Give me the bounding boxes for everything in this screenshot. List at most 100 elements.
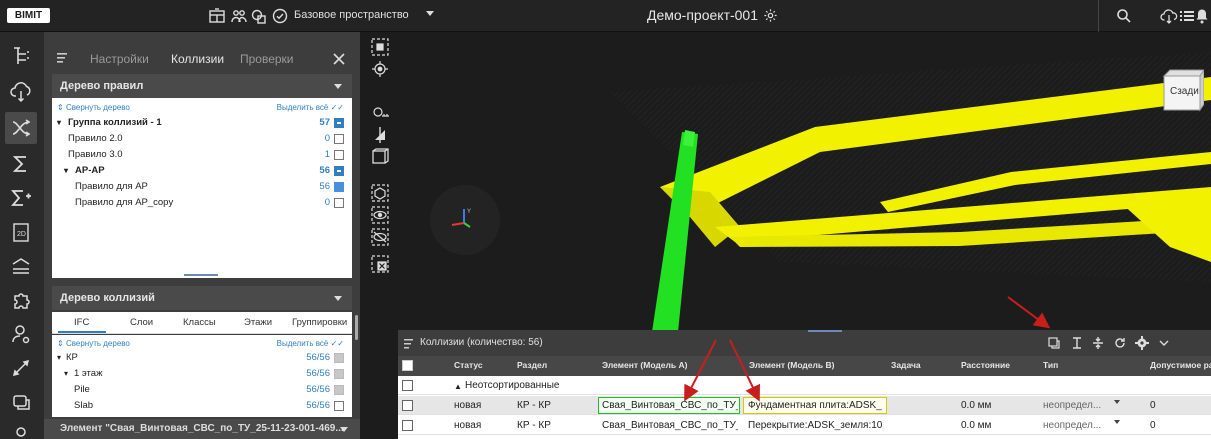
group-row[interactable]: ▲ Неотсортированные [398,376,1211,395]
tree-checkbox[interactable] [334,401,344,411]
tab-settings[interactable]: Настройки [90,52,149,66]
col-distance[interactable]: Расстояние [961,360,1010,370]
subtab-classes[interactable]: Классы [183,317,216,328]
project-settings-icon[interactable] [763,8,778,23]
col-section[interactable]: Раздел [517,360,547,370]
user-icon[interactable] [5,420,37,439]
sitemap-icon[interactable] [208,7,226,25]
cell-element-a[interactable]: Свая_Винтовая_СВС_по_ТУ_ [602,420,738,431]
users-icon[interactable] [230,7,248,25]
col-element-b[interactable]: Элемент (Модель В) [749,360,834,370]
table-row[interactable]: новая КР - КР Свая_Винтовая_СВС_по_ТУ_ Ф… [398,396,1211,415]
drawing-2d-icon[interactable]: 2D [5,216,37,248]
element-bar[interactable]: Элемент "Свая_Винтовая_СВС_по_ТУ_25-11-2… [44,419,360,439]
panel-scrollbar[interactable] [355,315,358,340]
collapse-tree-link[interactable]: ⇕ Свернуть дерево [57,337,130,351]
subtab-layers[interactable]: Слои [130,317,153,328]
cube-view-icon[interactable] [370,183,390,203]
expand-icon[interactable]: ▾ [57,115,61,131]
row-checkbox[interactable] [402,400,413,411]
ruler-icon[interactable] [370,103,390,123]
subtab-ifc[interactable]: IFC [74,317,89,328]
tree-item-rule[interactable]: Правило 2.0 0 [52,131,352,147]
axis-gizmo[interactable]: Y [430,185,500,255]
app-logo[interactable]: BIMIT [7,8,50,23]
tree-checkbox[interactable] [334,134,344,144]
tab-collisions[interactable]: Коллизии [171,52,224,66]
expand-icon[interactable]: ▾ [64,366,68,382]
section-box-icon[interactable] [370,147,390,167]
rules-tree-header[interactable]: Дерево правил [52,74,352,98]
tree-item-rule[interactable]: Правило для AP_copy 0 [52,195,352,211]
col-task[interactable]: Задача [891,360,921,370]
cell-type[interactable]: неопредел... [1043,420,1101,431]
cloud-sync-icon[interactable] [1160,7,1178,25]
space-label[interactable]: Базовое пространство [294,9,409,21]
cell-element-b[interactable]: Перекрытие:ADSK_земля:10 [748,420,884,431]
close-icon[interactable] [332,52,346,66]
tree-item-group[interactable]: ▾ Группа коллизий - 1 57 [52,115,352,131]
check-circle-icon[interactable] [271,7,289,25]
measure-icon[interactable] [5,352,37,384]
tree-checkbox[interactable] [334,166,344,176]
collapse-group-icon[interactable]: ▲ [454,382,462,391]
cell-allowed[interactable]: 0 [1150,400,1156,411]
cloud-icon[interactable] [5,76,37,108]
sum-plus-icon[interactable] [5,182,37,214]
subtab-grouping[interactable]: Группировки [292,317,347,328]
copy-icon[interactable] [1046,335,1062,351]
target-icon[interactable] [370,59,390,79]
col-element-a[interactable]: Элемент (Модель А) [602,360,687,370]
tree-checkbox[interactable] [334,198,344,208]
resize-handle[interactable] [184,274,218,276]
row-checkbox[interactable] [402,420,413,431]
col-type[interactable]: Тип [1043,360,1058,370]
tree-checkbox[interactable] [334,353,344,363]
space-dropdown-icon[interactable] [426,11,434,16]
expand-icon[interactable]: ▾ [57,350,61,366]
gear-icon[interactable] [1134,335,1150,351]
hide-element-icon[interactable] [370,254,390,274]
tree-item-section[interactable]: ▾ КР 56/56 [52,350,352,366]
table-row[interactable]: новая КР - КР Свая_Винтовая_СВС_по_ТУ_ П… [398,416,1211,435]
bell-icon[interactable] [1193,7,1211,25]
tree-checkbox[interactable] [334,369,344,379]
tree-checkbox[interactable] [334,118,344,128]
tree-view-icon[interactable] [5,40,37,72]
user-settings-icon[interactable] [5,318,37,350]
panel-menu-icon[interactable] [56,51,70,65]
view-cube[interactable]: Сзади [1160,66,1205,116]
select-all-link[interactable]: Выделить всё ✓✓ [277,337,344,351]
chevron-down-icon[interactable] [1156,335,1172,351]
table-menu-icon[interactable] [404,337,416,349]
select-all-checkbox[interactable] [402,360,413,371]
cell-allowed[interactable]: 0 [1150,420,1156,431]
split-icon[interactable] [1090,335,1106,351]
compare-icon[interactable] [5,250,37,282]
type-dropdown-icon[interactable] [1114,420,1120,424]
cell-element-b[interactable]: Фундаментная плита:ADSK_ [748,400,884,411]
tree-checkbox[interactable] [334,150,344,160]
tree-item-floor[interactable]: ▾ 1 этаж 56/56 [52,366,352,382]
refresh-icon[interactable] [1112,335,1128,351]
resize-handle[interactable] [808,330,842,332]
col-allowed[interactable]: Допустимое ра [1150,360,1211,370]
eye-icon[interactable] [370,205,390,225]
type-dropdown-icon[interactable] [1114,400,1120,404]
layers-icon[interactable] [5,386,37,418]
collapse-tree-link[interactable]: ⇕ Свернуть дерево [57,101,130,115]
collisions-icon[interactable] [5,112,37,144]
tree-item-class[interactable]: Pile 56/56 [52,382,352,398]
text-cursor-icon[interactable] [1069,335,1085,351]
col-status[interactable]: Статус [454,360,483,370]
section-plane-icon[interactable] [370,125,390,145]
subtab-floors[interactable]: Этажи [244,317,272,328]
chevron-down-icon[interactable] [340,427,348,432]
tab-checks[interactable]: Проверки [240,52,294,66]
chevron-down-icon[interactable] [334,296,342,301]
tree-item-rule[interactable]: Правило для АР 56 [52,179,352,195]
tree-item-group[interactable]: ▾ АР-АР 56 [52,163,352,179]
tree-checkbox[interactable] [334,182,344,192]
row-checkbox[interactable] [402,380,413,391]
expand-icon[interactable]: ▾ [64,163,68,179]
